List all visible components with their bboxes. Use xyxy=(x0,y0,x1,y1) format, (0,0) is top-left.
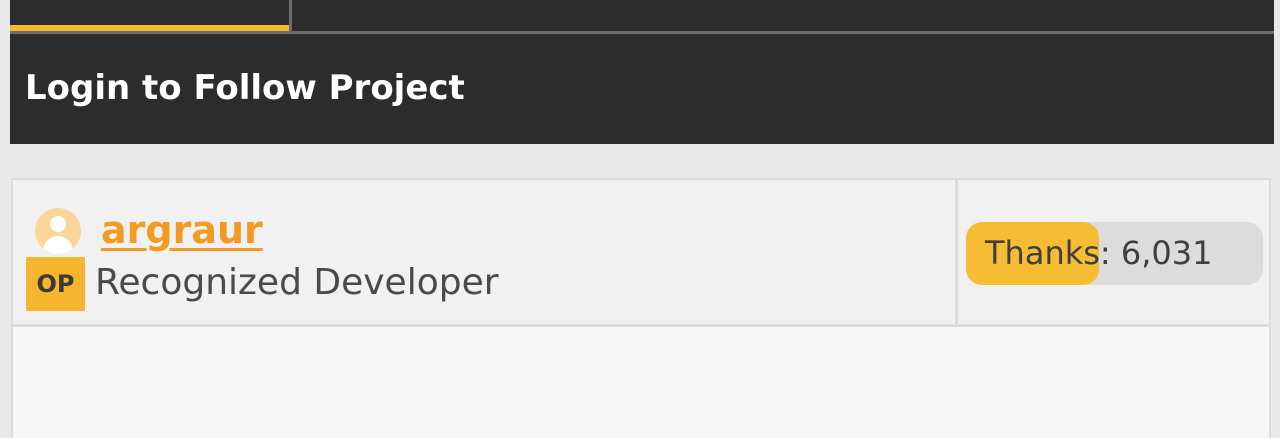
header-divider xyxy=(955,180,958,324)
thanks-text: Thanks: 6,031 xyxy=(985,229,1212,277)
thanks-count: 6,031 xyxy=(1120,234,1213,272)
page: Login to Follow Project argraur OP Recog… xyxy=(0,0,1280,438)
user-avatar-icon[interactable] xyxy=(35,208,81,254)
tab-bar xyxy=(10,0,1274,34)
post-card: argraur OP Recognized Developer Thanks: … xyxy=(11,178,1271,438)
author-role: Recognized Developer xyxy=(95,262,499,303)
avatar-head-shape xyxy=(50,216,66,232)
tab-active[interactable] xyxy=(10,0,289,31)
login-to-follow-label: Login to Follow Project xyxy=(25,68,465,108)
author-username-link[interactable]: argraur xyxy=(101,205,263,255)
thanks-label: Thanks: xyxy=(985,234,1111,272)
tab-divider xyxy=(289,0,292,31)
avatar-body-shape xyxy=(43,236,73,254)
thanks-meter: Thanks: 6,031 xyxy=(966,222,1263,285)
op-badge: OP xyxy=(26,257,85,311)
login-to-follow-button[interactable]: Login to Follow Project xyxy=(10,34,1274,144)
post-header: argraur OP Recognized Developer Thanks: … xyxy=(13,180,1269,327)
